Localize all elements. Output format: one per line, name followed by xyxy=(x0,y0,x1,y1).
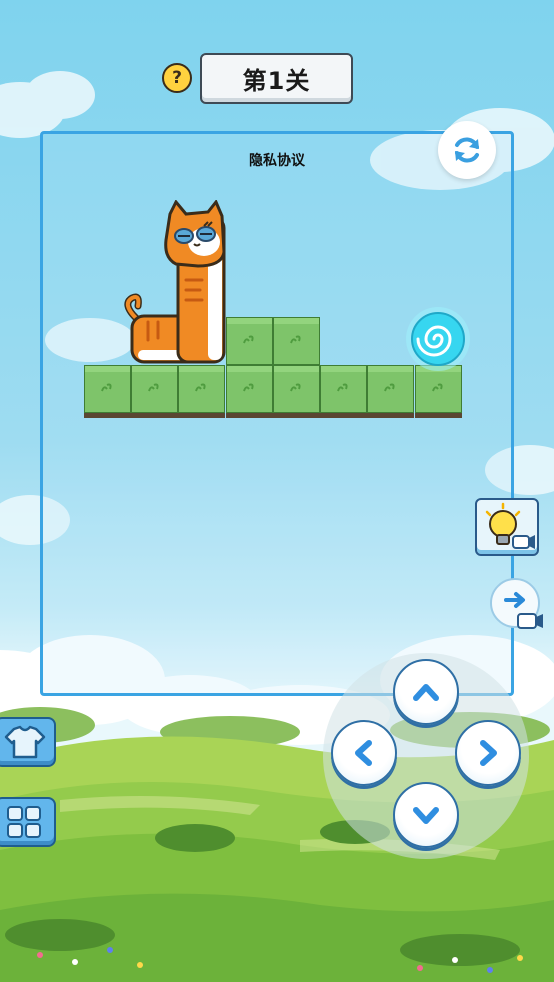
help-button[interactable]: ? xyxy=(162,63,192,93)
restart-button[interactable] xyxy=(438,121,496,179)
grass-block xyxy=(178,365,225,418)
skip-level-button[interactable] xyxy=(490,578,543,629)
move-down-button[interactable] xyxy=(393,782,459,848)
grid-icon xyxy=(7,806,41,838)
grass-block xyxy=(226,317,273,365)
level-label: 第1关 xyxy=(242,67,311,95)
refresh-icon xyxy=(455,137,479,163)
grass-block xyxy=(131,365,178,418)
game-screen: ? 第1关 隐私协议 xyxy=(0,0,554,982)
chevron-right-icon xyxy=(480,740,497,766)
chevron-left-icon xyxy=(355,740,372,766)
move-right-button[interactable] xyxy=(455,720,521,786)
portal-goal xyxy=(406,307,470,371)
cat-character xyxy=(124,200,226,364)
arrow-right-video-icon xyxy=(504,592,543,629)
move-up-button[interactable] xyxy=(393,659,459,725)
level-menu-button[interactable] xyxy=(0,797,56,847)
grass-block xyxy=(273,365,320,418)
chevron-down-icon xyxy=(413,807,439,824)
grass-block xyxy=(226,365,273,418)
move-left-button[interactable] xyxy=(331,720,397,786)
lightbulb-video-icon xyxy=(485,502,535,549)
skin-shop-button[interactable] xyxy=(0,717,56,767)
grass-block xyxy=(84,365,131,418)
hint-button[interactable] xyxy=(475,498,539,556)
grass-block xyxy=(273,317,320,365)
level-indicator: 第1关 xyxy=(200,53,353,104)
tshirt-icon xyxy=(4,725,46,759)
chevron-up-icon xyxy=(413,684,439,701)
grass-block xyxy=(320,365,367,418)
question-icon: ? xyxy=(172,68,182,88)
